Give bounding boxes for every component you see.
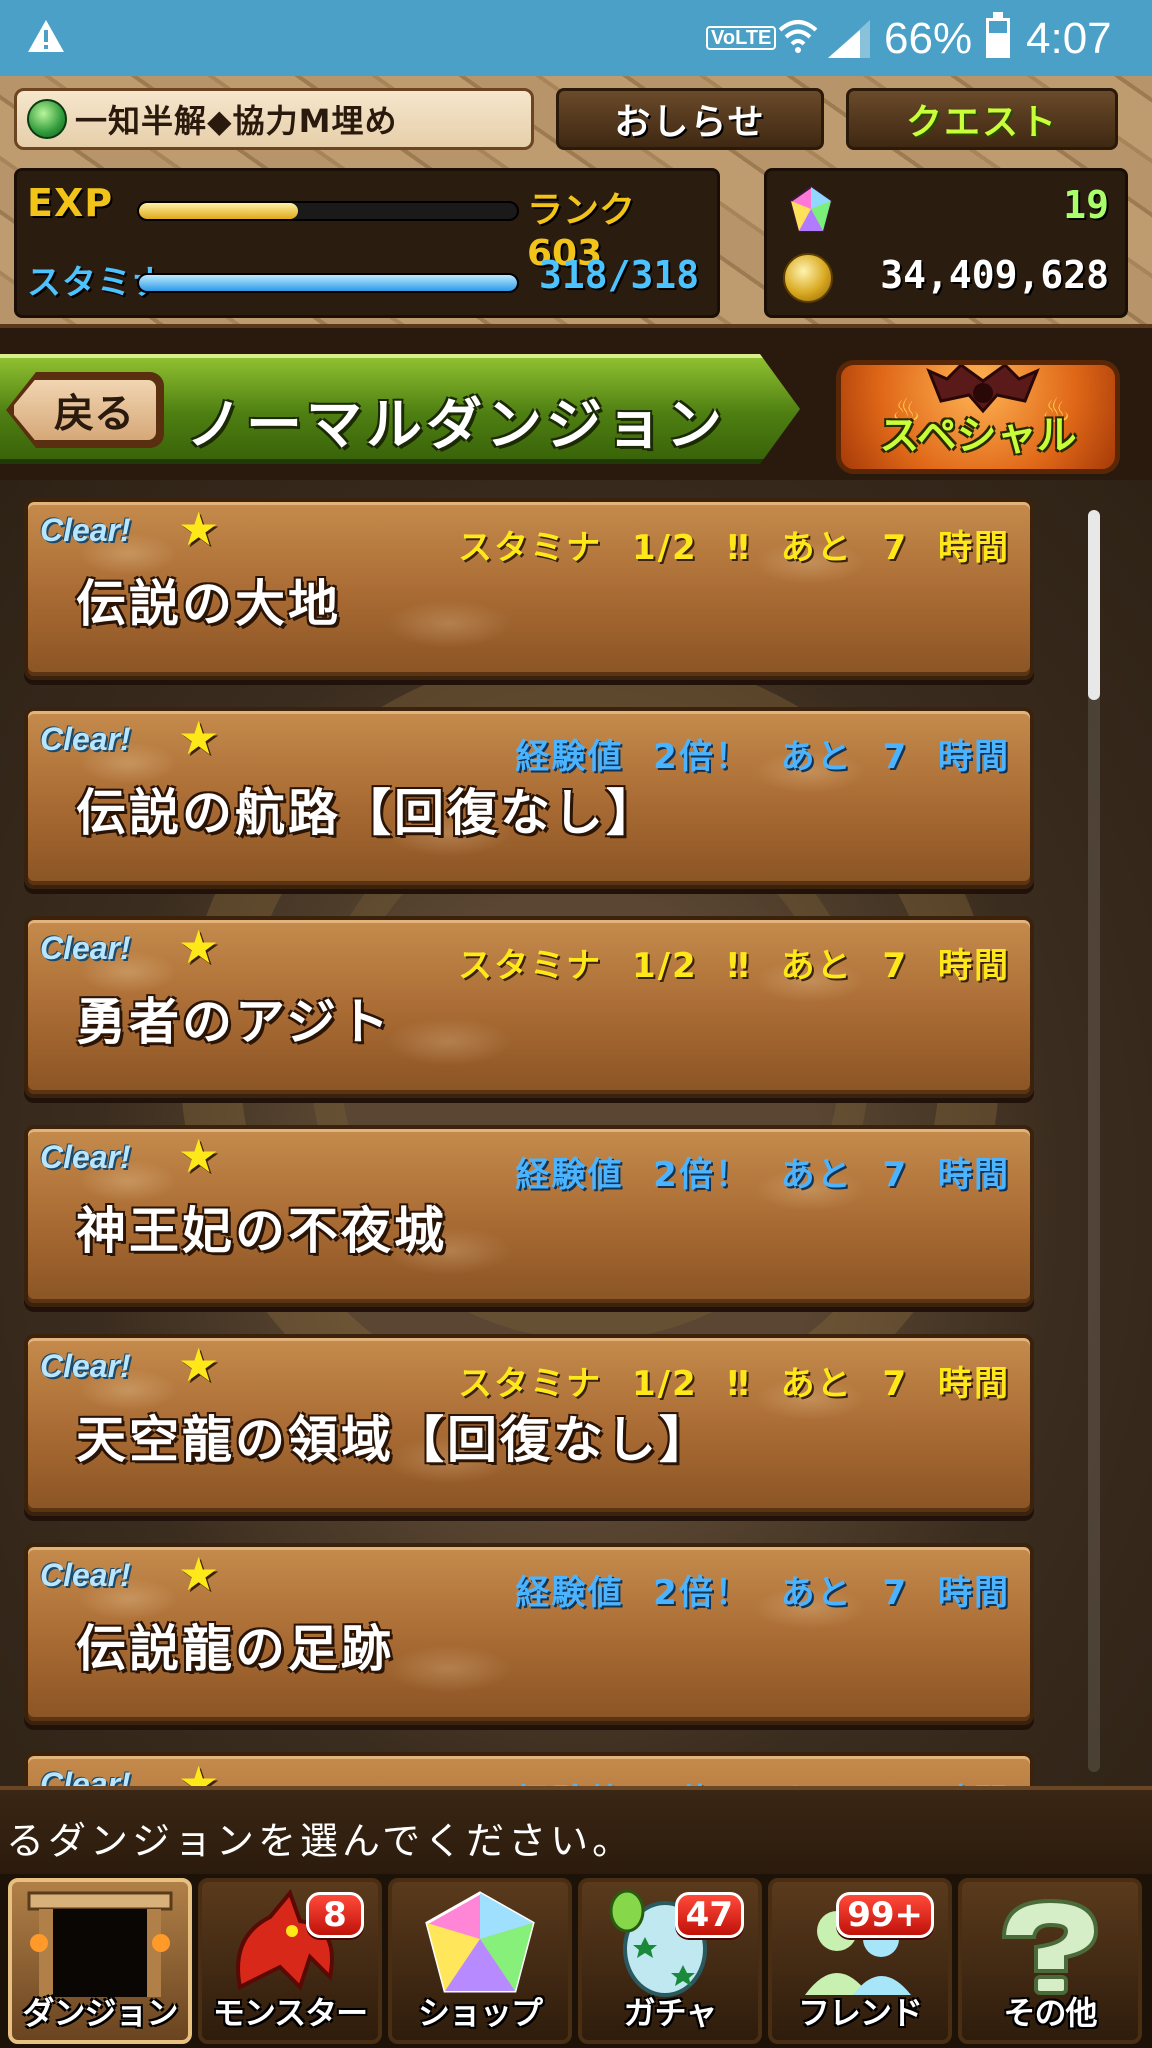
- tab-label: ダンジョン: [22, 1994, 178, 2032]
- quest-button[interactable]: クエスト: [846, 88, 1118, 150]
- star-icon: ★: [178, 1338, 220, 1392]
- dungeon-name: 伝説の航路【回復なし】: [76, 784, 659, 842]
- dungeon-gate-icon: [12, 1882, 188, 2002]
- tab-dungeon[interactable]: ダンジョン: [8, 1878, 192, 2044]
- tab-label: ガチャ: [623, 1994, 718, 2032]
- clear-label: Clear!: [40, 721, 131, 757]
- message-text: るダンジョンを選んでください。: [6, 1819, 635, 1863]
- dungeon-name: 伝説龍の足跡: [76, 1620, 394, 1678]
- dungeon-row[interactable]: Clear! ★ スタミナ 1/2 ‼ あと 7 時間伝説の大地: [24, 498, 1034, 680]
- news-button[interactable]: おしらせ: [556, 88, 824, 150]
- clock: 4:07: [1026, 14, 1112, 63]
- question-mark-icon: [962, 1882, 1138, 2002]
- mission-text: 一知半解◆協力M埋め: [75, 102, 398, 140]
- player-header: 一知半解◆協力M埋め おしらせ クエスト EXP ランク 603 スタミナ 31…: [0, 76, 1152, 328]
- warning-icon: [28, 20, 64, 52]
- exp-bar: [137, 201, 519, 221]
- message-bar: るダンジョンを選んでください。: [0, 1786, 1152, 1882]
- battery-icon: [986, 12, 1010, 58]
- star-icon: ★: [178, 502, 220, 556]
- battery-percentage: 66%: [884, 14, 973, 63]
- clear-label: Clear!: [40, 1348, 131, 1384]
- scrollbar[interactable]: [1088, 510, 1100, 1772]
- page-title: ノーマルダンジョン: [186, 393, 726, 458]
- back-button[interactable]: 戻る: [10, 376, 160, 444]
- magic-stone-count: 19: [1063, 183, 1109, 227]
- dungeon-row[interactable]: Clear! ★ 経験値 2倍！ あと 7 時間神王妃の不夜城: [24, 1125, 1034, 1307]
- special-dungeon-button[interactable]: ♨ ♨ スペシャル: [836, 360, 1120, 474]
- bonus-text: スタミナ 1/2 ‼ あと 7 時間: [458, 528, 1010, 568]
- dungeon-row[interactable]: Clear! ★ 経験値 2倍！ あと 7 時間伝説の航路【回復なし】: [24, 707, 1034, 889]
- clear-label: Clear!: [40, 512, 131, 548]
- clear-label: Clear!: [40, 1139, 131, 1175]
- friend-badge: 99+: [836, 1892, 934, 1938]
- dungeon-row[interactable]: Clear! ★ スタミナ 1/2 ‼ あと 7 時間天空龍の領域【回復なし】: [24, 1334, 1034, 1516]
- star-icon: ★: [178, 920, 220, 974]
- dungeon-list[interactable]: Clear! ★ スタミナ 1/2 ‼ あと 7 時間 伝説の大地 Clear! ★ 経験値…: [0, 480, 1152, 1786]
- tab-label: モンスター: [212, 1994, 368, 2032]
- star-icon: ★: [178, 711, 220, 765]
- scrollbar-thumb[interactable]: [1088, 510, 1100, 700]
- star-icon: ★: [178, 1756, 220, 1786]
- stamina-value: 318/318: [539, 253, 700, 297]
- player-stats: EXP ランク 603 スタミナ 318/318: [14, 168, 720, 318]
- bottom-nav: ダンジョン 8 モンスター ショップ 47 ガチャ 99+ フレンド その他: [0, 1874, 1152, 2048]
- stamina-bar: [137, 273, 519, 293]
- dungeon-row[interactable]: Clear! ★ スタミナ 1/2 ‼ あと 7 時間勇者のアジト: [24, 916, 1034, 1098]
- tab-label: フレンド: [797, 1994, 923, 2032]
- tab-friend[interactable]: 99+ フレンド: [768, 1878, 952, 2044]
- magic-stone-icon: [789, 185, 833, 232]
- tab-gacha[interactable]: 47 ガチャ: [578, 1878, 762, 2044]
- rainbow-gem-icon: [392, 1882, 568, 2002]
- bonus-text: 経験値 2倍！ あと 7 時間: [515, 1155, 1010, 1195]
- mission-banner[interactable]: 一知半解◆協力M埋め: [14, 88, 534, 150]
- dungeon-name: 神王妃の不夜城: [76, 1202, 447, 1260]
- dungeon-name: 伝説の大地: [76, 575, 341, 633]
- status-bar: VoLTE 66% 4:07: [0, 0, 1152, 76]
- bonus-text: 経験値 2倍！ あと 7 時間: [515, 1774, 1010, 1786]
- currency-panel: 19 34,409,628: [764, 168, 1128, 318]
- bonus-text: スタミナ 1/2 ‼ あと 7 時間: [458, 946, 1010, 986]
- dungeon-name: 天空龍の領域【回復なし】: [76, 1411, 712, 1469]
- special-label: スペシャル: [879, 413, 1077, 459]
- exp-label: EXP: [27, 181, 114, 225]
- bonus-text: 経験値 2倍！ あと 7 時間: [515, 1573, 1010, 1613]
- clear-label: Clear!: [40, 1557, 131, 1593]
- tab-monster[interactable]: 8 モンスター: [198, 1878, 382, 2044]
- green-orb-icon: [27, 99, 67, 139]
- bonus-text: 経験値 2倍！ あと 7 時間: [515, 737, 1010, 777]
- monster-badge: 8: [306, 1892, 364, 1938]
- tab-other[interactable]: その他: [958, 1878, 1142, 2044]
- coin-icon: [783, 253, 833, 303]
- star-icon: ★: [178, 1547, 220, 1601]
- coin-count: 34,409,628: [880, 253, 1109, 297]
- clear-label: Clear!: [40, 1766, 131, 1786]
- gacha-badge: 47: [674, 1892, 744, 1938]
- dungeon-name: 勇者のアジト: [76, 993, 392, 1051]
- tab-shop[interactable]: ショップ: [388, 1878, 572, 2044]
- tab-label: ショップ: [417, 1994, 543, 2032]
- tab-label: その他: [1003, 1994, 1097, 2032]
- wifi-icon: [778, 20, 818, 53]
- volte-indicator: VoLTE: [706, 26, 777, 50]
- dungeon-row[interactable]: Clear! ★ 経験値 2倍！ あと 7 時間伝説龍の足跡: [24, 1543, 1034, 1725]
- signal-icon: [828, 20, 870, 58]
- star-icon: ★: [178, 1129, 220, 1183]
- bonus-text: スタミナ 1/2 ‼ あと 7 時間: [458, 1364, 1010, 1404]
- dungeon-row[interactable]: Clear! ★ 経験値 2倍！ あと 7 時間: [24, 1752, 1034, 1786]
- clear-label: Clear!: [40, 930, 131, 966]
